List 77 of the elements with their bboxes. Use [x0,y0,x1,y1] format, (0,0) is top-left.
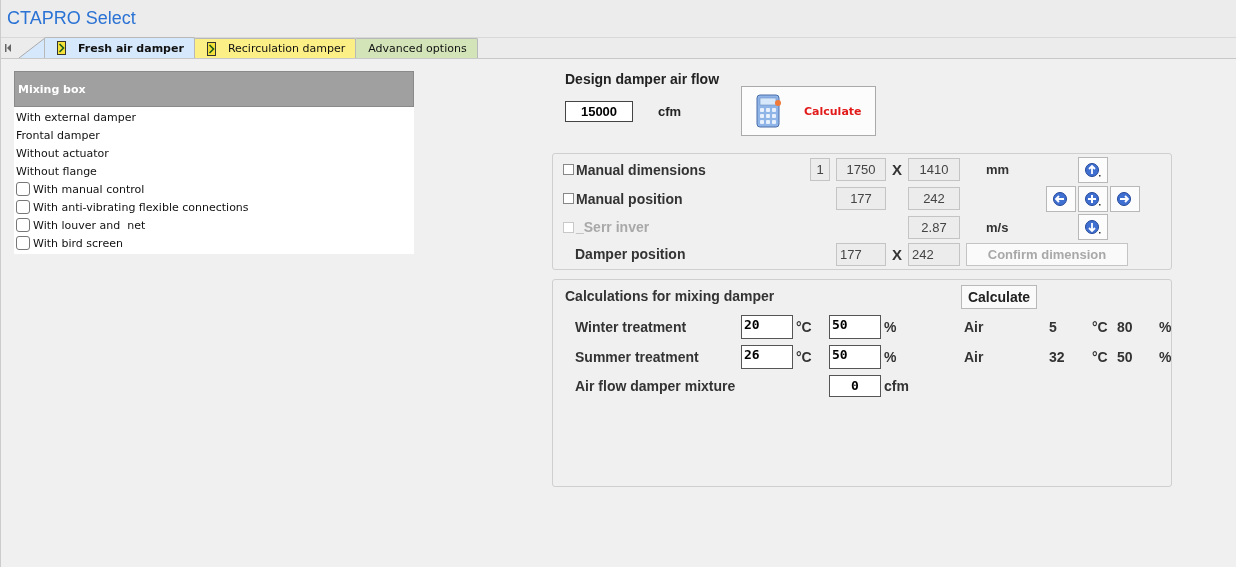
air-humidity: 80 [1116,319,1134,335]
field-label: Summer treatment [574,349,700,365]
temperature-field[interactable]: 26 [741,345,793,369]
air-label: Air [963,349,985,365]
option-label: With manual control [33,182,145,196]
arrow-down-button[interactable] [1078,214,1108,240]
airflow-field[interactable]: 0 [829,375,881,397]
position-y-field: 242 [908,187,960,210]
unit-label: °C [795,319,813,335]
position-y-field: 242 [908,242,960,266]
arrow-up-icon [1085,161,1101,178]
flag-icon [206,41,216,56]
temperature-field[interactable]: 20 [741,315,793,339]
tab[interactable]: Recirculation damper [193,38,357,58]
air-label: Air [963,319,985,335]
option-label: With bird screen [33,236,123,250]
option-label: Frontal damper [16,128,100,142]
flag-icon [57,41,66,55]
checkbox-label: Manual position [576,190,683,207]
arrow-left-button[interactable] [1046,185,1076,212]
arrow-right-button[interactable] [1110,185,1140,212]
arrow-left-icon [1053,190,1069,207]
section-title: Calculations for mixing damper [565,287,776,304]
times-sign: X [891,161,903,178]
unit-label: % [1158,349,1170,365]
panel-header: Mixing box [14,71,414,107]
unit-label: °C [795,349,813,365]
option-label: Without flange [16,164,97,178]
field-label: Winter treatment [574,319,688,335]
unit-label: °C [1091,319,1109,335]
checkbox[interactable] [16,182,30,196]
unit-label: % [1158,319,1170,335]
first-page-icon[interactable] [5,44,11,52]
tab[interactable]: Advanced options [355,38,478,58]
option-label: With external damper [16,110,136,124]
airflow-field[interactable]: 15000 [565,100,633,122]
checkbox[interactable] [563,193,574,204]
calculator-icon [756,94,782,128]
position-x-field: 177 [836,187,886,210]
unit-label: % [883,349,898,365]
arrow-down-icon [1085,219,1101,235]
checkbox-label: Manual dimensions [576,161,706,178]
air-temperature: 32 [1048,349,1066,365]
option-label: With anti-vibrating flexible connections [33,200,249,214]
plus-icon [1085,190,1101,207]
section-title: Design damper air flow [565,71,721,87]
checkbox[interactable] [16,236,30,250]
field-label: Damper position [574,246,687,262]
calculate-button[interactable]: Calculate [741,86,876,136]
checkbox-label: _Serr inver [576,219,650,235]
plus-button[interactable] [1078,185,1108,212]
humidity-field[interactable]: 50 [829,315,881,339]
arrow-right-icon [1117,190,1133,207]
option-label: With louver and net [33,218,146,232]
count-field: 1 [810,158,830,181]
height-field: 1410 [908,158,960,181]
air-humidity: 50 [1116,349,1134,365]
calculate-button[interactable]: Calculate [961,285,1037,309]
unit-label: m/s [985,219,1010,235]
checkbox[interactable] [16,200,30,214]
unit-label: % [883,319,898,335]
unit-label: mm [985,162,1011,177]
option-label: Without actuator [16,146,109,160]
checkbox[interactable] [16,218,30,232]
air-temperature: 5 [1048,319,1058,335]
times-sign: X [891,245,903,263]
checkbox[interactable] [563,164,574,175]
unit-label: °C [1091,349,1109,365]
width-field: 1750 [836,158,886,181]
unit-label: cfm [658,103,683,119]
unit-label: cfm [883,378,910,394]
position-x-field: 177 [836,242,886,266]
humidity-field[interactable]: 50 [829,345,881,369]
field-label: Air flow damper mixture [574,378,737,394]
app-title: CTAPRO Select [7,8,136,29]
arrow-up-button[interactable] [1078,156,1108,183]
velocity-field: 2.87 [908,215,960,239]
